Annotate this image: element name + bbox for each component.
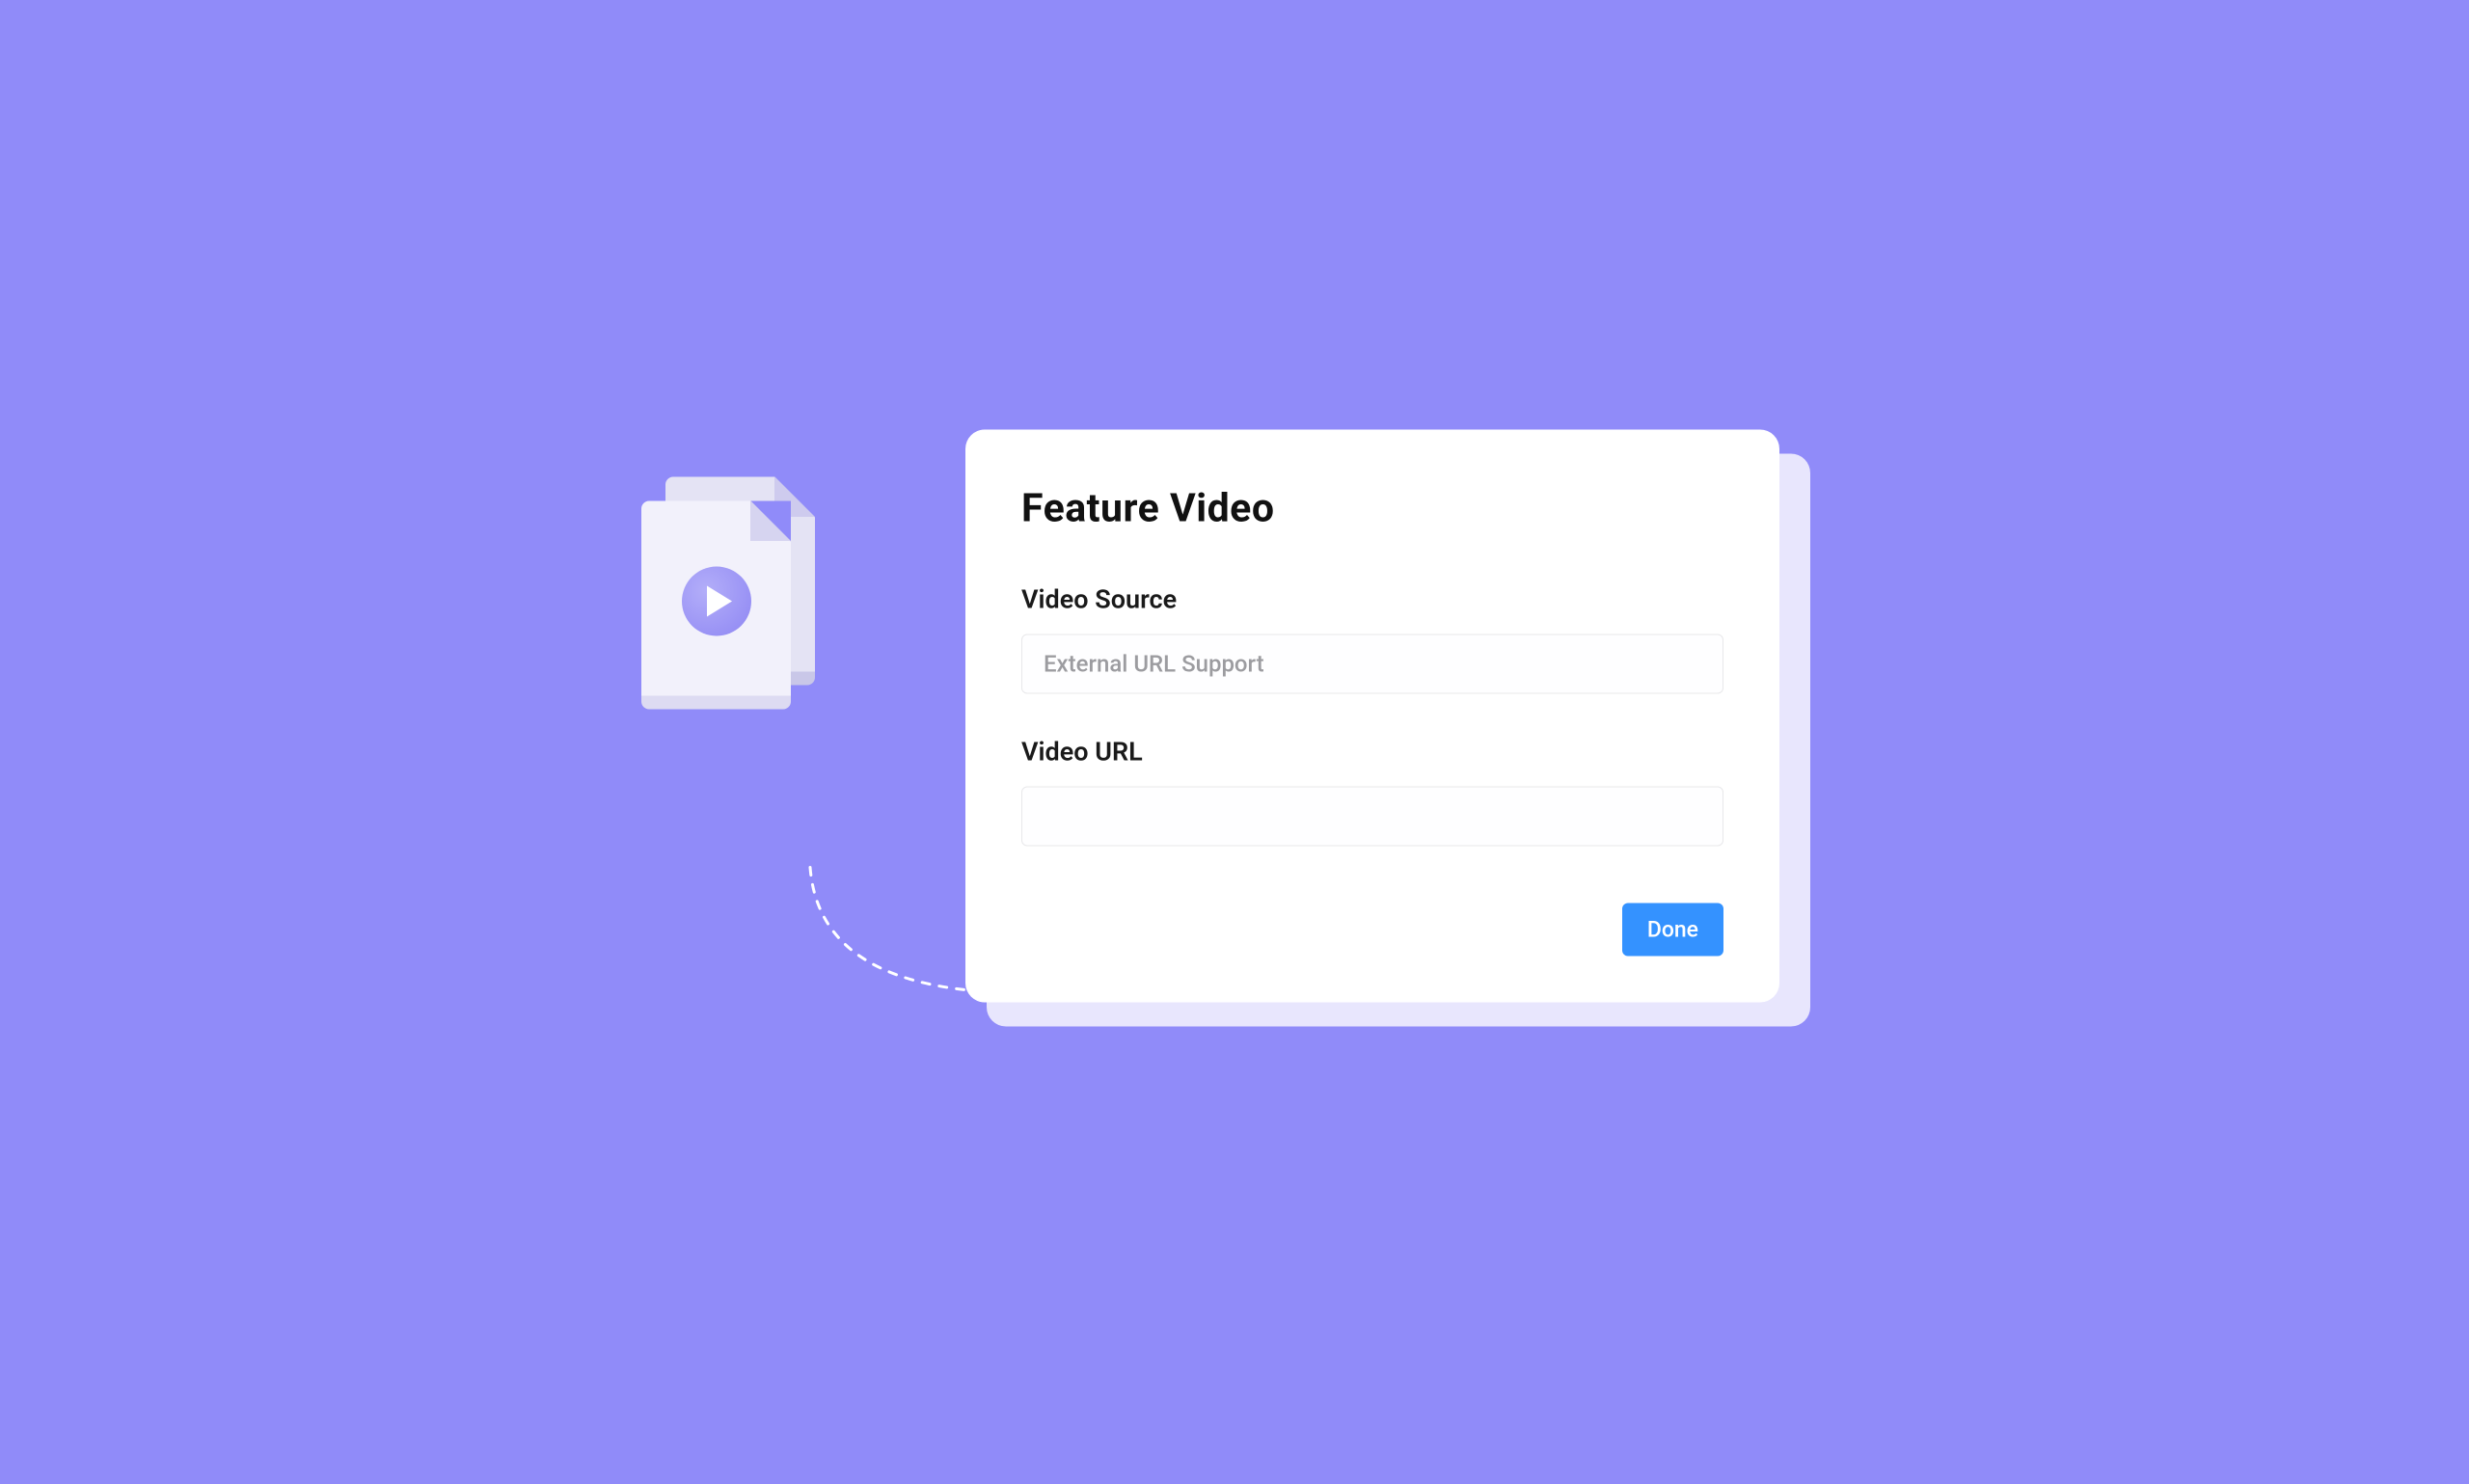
video-source-input[interactable] [1021,634,1723,693]
card-title: Feature Video [1021,485,1723,531]
feature-video-card: Feature Video Video Source Video URL Don… [965,429,1779,1002]
page-container: Feature Video Video Source Video URL Don… [559,322,1910,1162]
video-source-label: Video Source [1021,583,1723,614]
file-front-base [641,695,791,709]
play-triangle-icon [707,585,732,616]
video-url-group: Video URL [1021,736,1723,846]
video-url-label: Video URL [1021,736,1723,767]
play-circle-icon [682,566,751,635]
video-url-input[interactable] [1021,786,1723,846]
done-button[interactable]: Done [1622,903,1723,956]
video-source-group: Video Source [1021,583,1723,693]
